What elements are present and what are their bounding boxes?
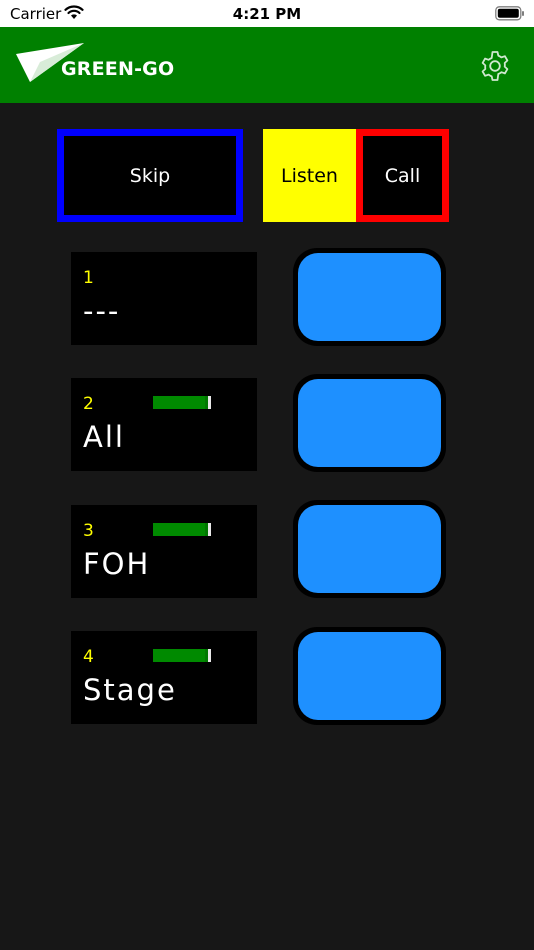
channel-number: 2	[83, 394, 94, 414]
level-meter	[153, 396, 211, 409]
channel-name: All	[83, 420, 125, 454]
status-bar: Carrier 4:21 PM	[0, 0, 534, 27]
level-meter	[153, 523, 211, 536]
listen-button[interactable]: Listen	[263, 129, 356, 222]
channel-card-1: 1 ---	[71, 252, 257, 345]
level-meter-fill	[153, 649, 206, 662]
talk-button-face	[298, 505, 441, 593]
skip-label: Skip	[129, 164, 171, 187]
channel-number: 3	[83, 521, 94, 541]
gear-icon[interactable]	[479, 50, 511, 86]
listen-label: Listen	[281, 164, 338, 187]
channel-number: 4	[83, 647, 94, 667]
channel-name: FOH	[83, 547, 151, 581]
talk-button-2[interactable]	[293, 374, 446, 472]
talk-button-face	[298, 253, 441, 341]
talk-button-4[interactable]	[293, 627, 446, 725]
clock: 4:21 PM	[232, 5, 302, 23]
channel-card-2: 2 All	[71, 378, 257, 471]
app-header: GREEN-GO	[0, 27, 534, 103]
talk-button-face	[298, 632, 441, 720]
channel-card-4: 4 Stage	[71, 631, 257, 724]
skip-button[interactable]: Skip	[57, 129, 243, 222]
channel-card-3: 3 FOH	[71, 505, 257, 598]
call-label: Call	[384, 164, 421, 187]
channel-name: Stage	[83, 673, 177, 707]
channel-number: 1	[83, 268, 94, 288]
level-meter	[153, 649, 211, 662]
level-meter-fill	[153, 396, 206, 409]
talk-button-face	[298, 379, 441, 467]
talk-button-1[interactable]	[293, 248, 446, 346]
battery-icon	[495, 6, 525, 25]
talk-button-3[interactable]	[293, 500, 446, 598]
call-button[interactable]: Call	[356, 129, 449, 222]
channel-name: ---	[83, 294, 121, 328]
brand-name: GREEN-GO	[61, 58, 175, 80]
level-meter-fill	[153, 523, 206, 536]
